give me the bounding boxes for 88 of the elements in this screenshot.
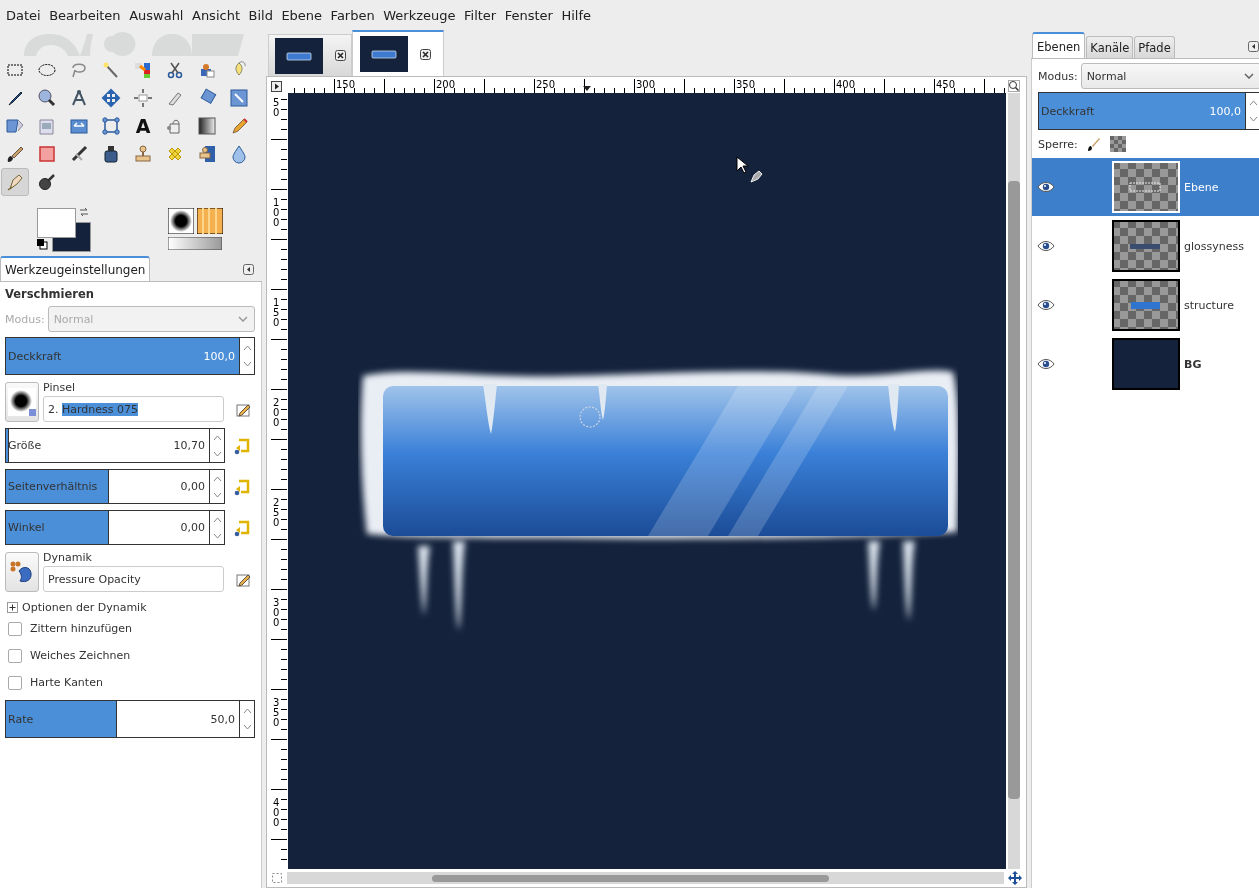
tool-name: Verschmieren [5,287,95,303]
brush-icon[interactable] [1085,136,1102,152]
lock-label: Sperre: [1038,137,1078,151]
rate-slider[interactable]: Rate 50,0 [5,700,239,738]
vertical-ruler: 50 100 150 200 250 300 350 400 [271,93,287,869]
edit-icon[interactable] [236,401,252,418]
dock-tab[interactable]: Kanäle [1086,36,1134,58]
foreground-color-swatch[interactable] [37,208,76,238]
image-thumbnail [275,37,323,74]
checkbox[interactable] [8,675,22,690]
image-thumbnail [360,36,408,72]
wood-pattern-icon[interactable] [197,208,223,234]
reset-icon[interactable] [233,436,251,455]
image-canvas[interactable] [288,93,1006,869]
default-colors-icon[interactable] [36,238,48,250]
expander-icon[interactable] [7,601,18,613]
layer-row[interactable]: glossyness [1032,217,1259,276]
mouse-pointer-icon [736,156,748,174]
checkbox-label: Zittern hinzufügen [30,622,133,635]
zoom-icon[interactable] [1008,80,1020,92]
checkbox-label: Weiches Zeichnen [30,649,131,662]
image-tab[interactable] [352,30,444,76]
expander-label[interactable]: Optionen der Dynamik [22,600,147,614]
quick-mask-icon[interactable] [271,872,283,884]
menu-item[interactable]: Bild [244,7,277,23]
horizontal-scrollbar[interactable] [287,872,1004,884]
mode-label: Modus: [1038,69,1078,83]
dynamics-select-button[interactable] [5,551,39,592]
mode-label: Modus: [5,312,45,326]
layer-name: Ebene [1184,180,1219,194]
menu-item[interactable]: Fenster [500,7,557,23]
edit-icon[interactable] [236,571,252,588]
background-color-swatch[interactable] [52,222,91,252]
brush-select-button[interactable] [5,381,39,422]
horizontal-ruler: 150 200 250 300 350 400 450 [286,79,1006,93]
menu-item[interactable]: Werkzeuge [379,7,460,23]
swap-colors-icon[interactable] [78,206,90,218]
tool-options-tab[interactable]: Werkzeugeinstellungen [0,256,151,281]
menu-item[interactable]: Datei [2,7,45,23]
dynamics-name-field[interactable]: Pressure Opacity [43,566,224,592]
menu-item[interactable]: Ebene [277,7,327,23]
layer-row[interactable]: Ebene [1032,158,1259,217]
dock-tab[interactable]: Ebenen [1032,32,1086,58]
eye-icon[interactable] [1037,181,1055,193]
layer-row[interactable]: structure [1032,276,1259,335]
checkbox[interactable] [8,621,22,636]
menu-item[interactable]: Ansicht [188,7,244,23]
text-tool-icon[interactable]: A [129,112,157,140]
layer-name: BG [1184,357,1202,371]
menu-item[interactable]: Filter [460,7,501,23]
layer-name: glossyness [1184,239,1244,253]
close-icon[interactable] [335,50,346,61]
tab-menu-icon[interactable] [243,264,254,275]
brush-outline-icon [578,405,602,429]
eye-icon[interactable] [1037,299,1055,311]
menu-item[interactable]: Auswahl [125,7,188,23]
checkbox-label: Harte Kanten [30,676,103,689]
parameter-slider[interactable]: Größe 10,70 [5,428,209,463]
parameter-slider[interactable]: Seitenverhältnis 0,00 [5,469,209,504]
brush-preview-icon[interactable] [168,208,194,234]
vertical-scrollbar[interactable] [1008,93,1020,869]
eye-icon[interactable] [1037,358,1055,370]
menu-item[interactable]: Hilfe [557,7,595,23]
reset-icon[interactable] [233,477,251,496]
tab-menu-icon[interactable] [1248,41,1259,52]
layer-mode-dropdown[interactable]: Normal [1080,63,1259,89]
dynamics-label: Dynamik [43,551,93,564]
brush-name-field[interactable]: 2. Hardness 075 [43,396,224,422]
eye-icon[interactable] [1037,240,1055,252]
layer-name: structure [1184,298,1234,312]
reset-icon[interactable] [233,518,251,537]
checkbox[interactable] [8,648,22,663]
navigate-menu-icon[interactable] [271,80,282,92]
menu-item[interactable]: Farben [326,7,379,23]
brush-label: Pinsel [43,381,76,394]
checkerboard-icon[interactable] [1109,136,1126,152]
gradient-preview-icon[interactable] [168,237,222,250]
menu-item[interactable]: Bearbeiten [45,7,125,23]
close-icon[interactable] [420,48,431,60]
smudge-cursor-icon [748,168,764,184]
layer-opacity-slider[interactable]: Deckkraft 100,0 [1038,92,1245,130]
dock-tab[interactable]: Pfade [1134,36,1175,58]
image-tab[interactable] [268,34,352,76]
parameter-slider[interactable]: Winkel 0,00 [5,510,209,545]
layer-row[interactable]: BG [1032,335,1259,394]
navigate-icon[interactable] [1008,871,1022,885]
brush-shape-icon [8,387,36,416]
opacity-slider[interactable]: Deckkraft 100,0 [5,337,239,375]
